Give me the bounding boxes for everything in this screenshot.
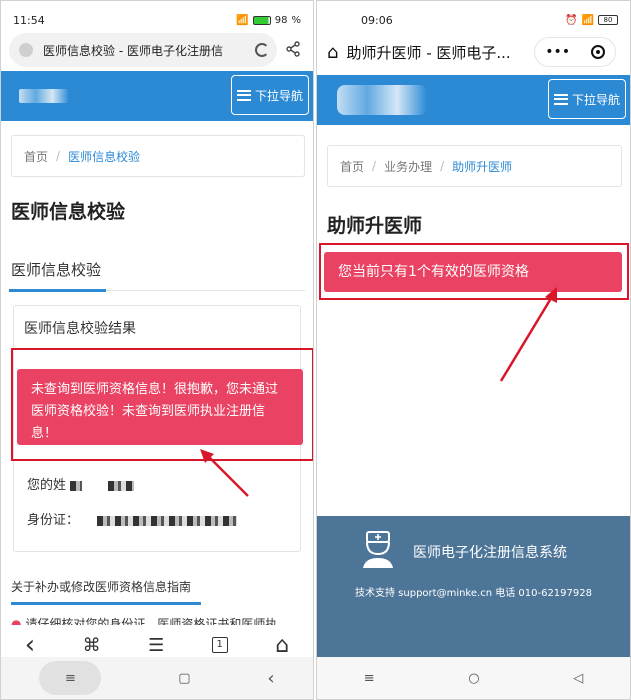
site-info-icon[interactable] xyxy=(19,43,33,57)
breadcrumb-business[interactable]: 业务办理 xyxy=(384,158,432,175)
site-logo xyxy=(337,85,427,115)
site-logo xyxy=(19,89,69,103)
system-menu-icon[interactable]: ≡ xyxy=(364,671,375,686)
error-alert: 未查询到医师资格信息！很抱歉，您未通过医师资格校验！未查询到医师执业注册信息！ xyxy=(17,369,303,445)
id-row: 身份证： xyxy=(27,509,238,528)
capsule-menu: ••• xyxy=(534,37,616,67)
name-label: 您的姓 xyxy=(27,478,67,493)
battery-level: 80 xyxy=(603,16,613,24)
tab-label: 医师信息校验 xyxy=(11,261,102,279)
wifi-icon: 📶 xyxy=(236,14,249,26)
screenshot-composite: 11:54 📶 98% 医师信息校验 - 医师电子化注册信 下拉导航 首页 / xyxy=(0,0,631,700)
status-icons: ⏰ 📶 80 xyxy=(565,15,618,26)
system-menu-icon: ≡ xyxy=(64,670,76,686)
battery-level: 98 xyxy=(274,14,288,26)
signal-icon: 📶 xyxy=(581,14,594,26)
mini-program-titlebar: ⌂ 助师升医师 - 医师电子... ••• xyxy=(317,31,630,73)
system-back-icon[interactable]: ‹ xyxy=(267,668,274,689)
dropdown-nav-button[interactable]: 下拉导航 xyxy=(231,75,309,115)
breadcrumb-home[interactable]: 首页 xyxy=(24,148,48,165)
system-home-icon[interactable]: ▢ xyxy=(178,671,190,686)
menu-icon xyxy=(236,89,251,101)
name-row: 您的姓 xyxy=(27,474,135,493)
breadcrumb-current: 医师信息校验 xyxy=(68,149,141,164)
footer-system-name: 医师电子化注册信息系统 xyxy=(413,545,567,561)
footer-support: 技术支持 support@minke.cn 电话 010-62197928 xyxy=(355,588,592,599)
redacted-name-2 xyxy=(108,480,135,491)
info-alert: 您当前只有1个有效的医师资格 xyxy=(324,252,622,292)
guide-title[interactable]: 关于补办或修改医师资格信息指南 xyxy=(11,578,191,595)
breadcrumb-current: 助师升医师 xyxy=(452,159,513,174)
id-label: 身份证： xyxy=(27,513,80,528)
breadcrumb-home[interactable]: 首页 xyxy=(340,158,364,175)
result-title: 医师信息校验结果 xyxy=(24,321,136,337)
site-header: 下拉导航 xyxy=(1,71,313,121)
redacted-id xyxy=(97,515,238,526)
battery-icon: 80 xyxy=(598,15,618,25)
menu-icon[interactable]: ☰ xyxy=(148,635,164,656)
menu-icon xyxy=(553,93,568,105)
status-time: 09:06 xyxy=(361,13,393,27)
page-url-title: 医师信息校验 - 医师电子化注册信 xyxy=(43,43,223,58)
dropdown-nav-button[interactable]: 下拉导航 xyxy=(548,79,626,119)
left-phone-screen: 11:54 📶 98% 医师信息校验 - 医师电子化注册信 下拉导航 首页 / xyxy=(0,0,314,700)
share-icon[interactable] xyxy=(285,41,303,59)
page-title: 助师升医师 xyxy=(327,215,423,237)
breadcrumb-separator: / xyxy=(372,159,377,173)
home-icon[interactable]: ⌂ xyxy=(275,633,289,658)
reload-icon[interactable] xyxy=(255,43,269,57)
system-home-icon[interactable]: ○ xyxy=(468,671,479,686)
guide-underline xyxy=(11,602,201,605)
back-icon[interactable]: ‹ xyxy=(25,630,35,660)
system-nav-bar: ≡ ○ ◁ xyxy=(317,657,630,699)
page-title: 医师信息校验 xyxy=(11,201,126,223)
right-phone-screen: 09:06 ⏰ 📶 80 ⌂ 助师升医师 - 医师电子... ••• 下拉导航 … xyxy=(316,0,631,700)
tab-verification[interactable]: 医师信息校验 xyxy=(9,239,305,291)
system-menu-button[interactable]: ≡ xyxy=(39,661,102,695)
breadcrumb: 首页 / 医师信息校验 xyxy=(11,135,305,177)
doctor-logo-icon xyxy=(363,531,393,568)
breadcrumb-separator: / xyxy=(56,149,61,163)
breadcrumb-separator: / xyxy=(440,159,445,173)
tabs-icon[interactable]: 1 xyxy=(211,637,228,653)
status-time: 11:54 xyxy=(13,13,45,27)
address-bar[interactable]: 医师信息校验 - 医师电子化注册信 xyxy=(9,33,277,67)
status-icons: 📶 98% xyxy=(236,14,301,26)
system-nav-bar: ≡ ▢ ‹ xyxy=(1,657,313,699)
redacted-name xyxy=(70,480,83,491)
dropdown-nav-label: 下拉导航 xyxy=(571,92,620,107)
breadcrumb: 首页 / 业务办理 / 助师升医师 xyxy=(327,145,622,187)
close-target-icon[interactable] xyxy=(590,45,605,59)
alarm-icon: ⏰ xyxy=(565,14,578,26)
tab-active-indicator xyxy=(9,289,106,292)
more-icon[interactable]: ••• xyxy=(545,44,570,60)
dropdown-nav-label: 下拉导航 xyxy=(254,88,303,103)
system-back-icon[interactable]: ◁ xyxy=(573,671,583,686)
command-icon[interactable]: ⌘ xyxy=(83,635,101,656)
home-icon[interactable]: ⌂ xyxy=(327,42,338,63)
tabs-count: 1 xyxy=(216,639,223,650)
site-footer: 医师电子化注册信息系统 技术支持 support@minke.cn 电话 010… xyxy=(317,516,630,658)
site-header: 下拉导航 xyxy=(317,75,630,125)
battery-icon xyxy=(252,15,271,25)
window-title: 助师升医师 - 医师电子... xyxy=(346,43,511,62)
